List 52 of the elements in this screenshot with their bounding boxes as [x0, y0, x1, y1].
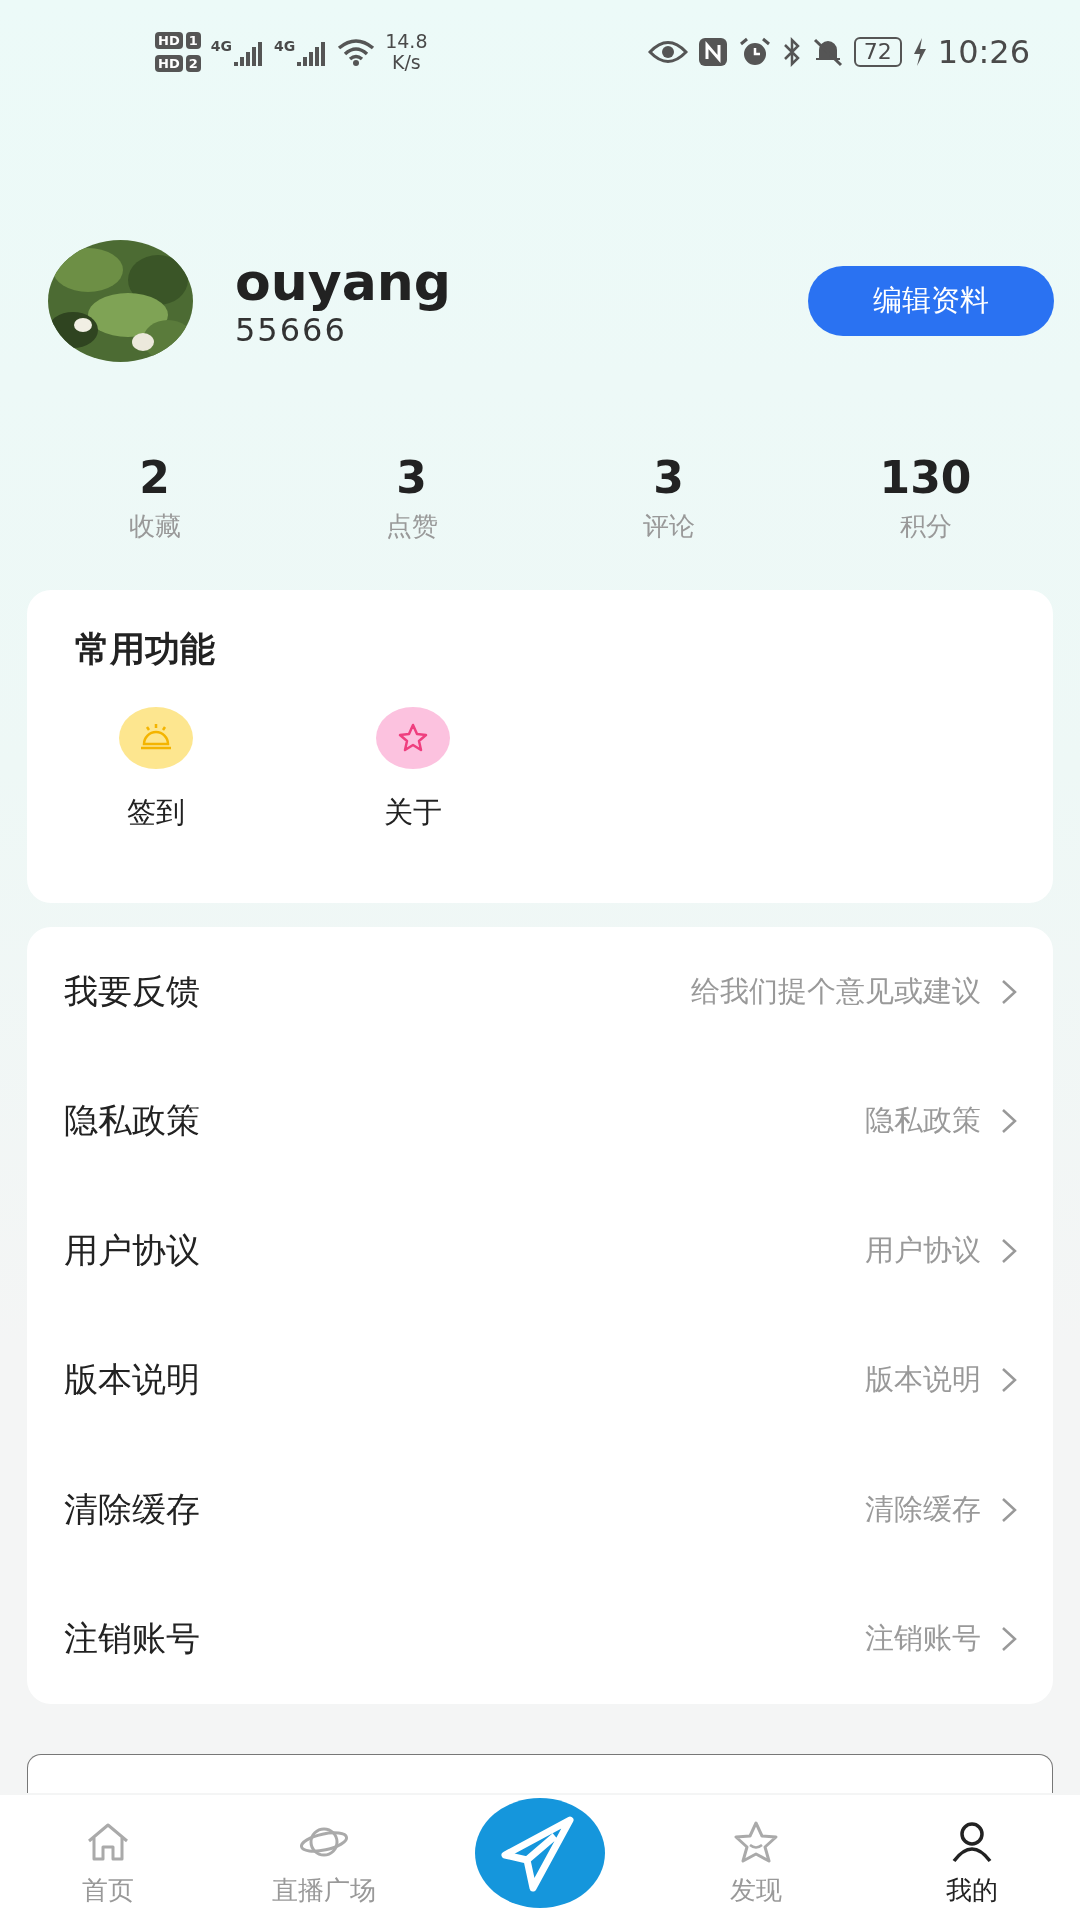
function-label[interactable]: 签到 — [127, 793, 185, 833]
card-title: 常用功能 — [75, 628, 216, 671]
battery-level: 72 — [853, 37, 902, 67]
stat-label: 评论 — [642, 510, 695, 543]
function-label[interactable]: 关于 — [384, 793, 442, 833]
sim-slot-label: 1 — [185, 32, 201, 49]
network-type: 4G — [210, 38, 232, 54]
menu-item-label[interactable]: 注销账号 — [64, 1616, 865, 1663]
chevron-right-icon — [1001, 1237, 1017, 1264]
menu-item-hint: 隐私政策 — [865, 1102, 981, 1140]
network-speed: 14.8 — [385, 31, 428, 52]
chevron-right-icon — [1001, 1367, 1017, 1394]
network-type: 4G — [273, 38, 296, 54]
stat-value: 3 — [396, 452, 427, 503]
stat-label: 收藏 — [128, 510, 181, 543]
menu-item-label[interactable]: 隐私政策 — [64, 1098, 865, 1145]
stat-value: 130 — [879, 452, 972, 503]
menu-item-hint: 清除缓存 — [865, 1490, 981, 1528]
hd-label: HD — [155, 32, 183, 49]
chevron-right-icon — [1001, 1626, 1017, 1653]
wifi-icon — [337, 38, 376, 66]
menu-item-label[interactable]: 版本说明 — [64, 1357, 865, 1404]
stat-value: 2 — [139, 452, 170, 503]
stat-label: 积分 — [899, 510, 952, 543]
charging-icon — [911, 37, 928, 67]
chevron-right-icon — [1001, 1108, 1017, 1135]
menu-item-hint: 版本说明 — [865, 1361, 981, 1399]
menu-item-label[interactable]: 用户协议 — [64, 1227, 865, 1274]
send-button[interactable] — [475, 1798, 605, 1908]
menu-item-label[interactable]: 清除缓存 — [64, 1486, 865, 1533]
chevron-right-icon — [1001, 978, 1017, 1005]
tab-label[interactable]: 我的 — [946, 1873, 998, 1908]
bluetooth-icon — [781, 37, 802, 67]
menu-item-hint: 用户协议 — [865, 1231, 981, 1269]
muted-bell-icon — [811, 37, 844, 67]
menu-item-hint: 给我们提个意见或建议 — [691, 972, 981, 1010]
sim-slot-label: 2 — [185, 55, 201, 72]
eye-icon — [647, 39, 688, 65]
menu-item-label[interactable]: 我要反馈 — [64, 968, 691, 1015]
edit-profile-button[interactable]: 编辑资料 — [808, 266, 1054, 336]
menu-item-hint: 注销账号 — [865, 1620, 981, 1658]
user-name: ouyang — [235, 253, 452, 311]
user-id: 55666 — [235, 311, 348, 349]
speed-unit: K/s — [391, 52, 421, 73]
clock-time: 10:26 — [937, 33, 1030, 71]
stat-label: 点赞 — [385, 510, 438, 543]
hd-label: HD — [155, 55, 183, 72]
stat-value: 3 — [653, 452, 684, 503]
alarm-icon — [737, 36, 772, 68]
chevron-right-icon — [1001, 1496, 1017, 1523]
outlined-button[interactable] — [27, 1754, 1053, 1793]
nfc-icon — [697, 37, 728, 67]
